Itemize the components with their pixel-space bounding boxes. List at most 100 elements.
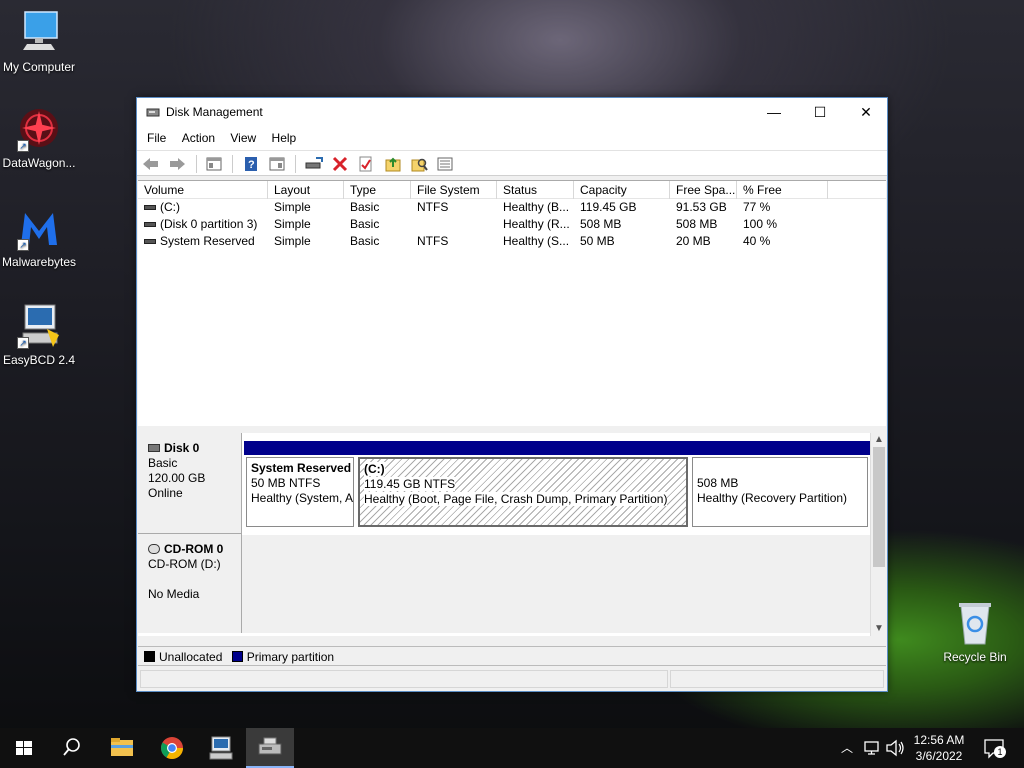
cell-capacity: 508 MB (580, 217, 622, 231)
unallocated-swatch (144, 651, 155, 662)
disk-state: Online (148, 486, 183, 500)
cdrom-0-label[interactable]: CD-ROM 0 CD-ROM (D:) No Media (138, 533, 242, 633)
menu-view[interactable]: View (224, 126, 262, 150)
menu-help[interactable]: Help (266, 126, 303, 150)
scroll-down-icon[interactable]: ▼ (871, 622, 887, 636)
desktop-icon-datawagon[interactable]: ↗ DataWagon... (0, 106, 78, 170)
graphical-view-scrollbar[interactable]: ▲ ▼ (870, 433, 886, 636)
volume-list[interactable]: Volume Layout Type File System Status Capacit… (138, 180, 886, 426)
partition-box: System Reserved 50 MB NTFS Healthy (Syst… (246, 457, 354, 527)
list-view-icon[interactable] (435, 155, 455, 173)
disk-management-window[interactable]: Disk Management — ☐ ✕ File Action View H… (136, 97, 888, 692)
legend-unallocated: Unallocated (159, 650, 223, 664)
cdrom-name: CD-ROM 0 (164, 542, 224, 556)
title-bar[interactable]: Disk Management — ☐ ✕ (137, 98, 887, 126)
cell-status: Healthy (B... (503, 200, 570, 214)
status-bar-pane (670, 670, 884, 688)
disk-management-icon (146, 106, 160, 118)
partition-system-reserved[interactable]: System Reserved 50 MB NTFS Healthy (Syst… (244, 441, 356, 529)
file-explorer-icon[interactable] (98, 728, 146, 768)
column-header-type[interactable]: Type (344, 181, 411, 199)
column-header-layout[interactable]: Layout (268, 181, 344, 199)
maximize-button[interactable]: ☐ (797, 98, 843, 126)
menu-action[interactable]: Action (176, 126, 221, 150)
legend: Unallocated Primary partition (138, 646, 886, 666)
disk-graphical-view[interactable]: Disk 0 Basic 120.00 GB Online System Res… (138, 433, 886, 636)
disk-management-taskbar-icon[interactable] (246, 728, 294, 768)
start-icon[interactable] (0, 728, 48, 768)
datawagon-icon: ↗ (15, 106, 63, 152)
desktop-icon-recycle-bin[interactable]: Recycle Bin (936, 600, 1014, 664)
menu-file[interactable]: File (141, 126, 172, 150)
show-hide-console-tree-icon[interactable] (204, 155, 224, 173)
monitor-icon (15, 10, 63, 56)
svg-text:?: ? (248, 159, 255, 171)
chrome-icon[interactable] (148, 728, 196, 768)
search-folder-icon[interactable] (409, 155, 429, 173)
partition-recovery[interactable]: 508 MB Healthy (Recovery Partition) (690, 441, 870, 529)
column-header-status[interactable]: Status (497, 181, 574, 199)
cell-layout: Simple (274, 200, 311, 214)
cell-volume: System Reserved (138, 233, 268, 250)
clock[interactable]: 12:56 AM 3/6/2022 (908, 728, 970, 768)
cell-type: Basic (350, 200, 380, 214)
toolbar-separator (232, 155, 234, 173)
desktop-icon-easybcd[interactable]: ↗ EasyBCD 2.4 (0, 303, 78, 367)
network-icon[interactable] (862, 728, 882, 768)
window-title: Disk Management (166, 105, 263, 119)
volume-icon (144, 222, 156, 228)
minimize-button[interactable]: — (751, 98, 797, 126)
primary-partition-bar (244, 441, 356, 455)
column-header-capacity[interactable]: Capacity (574, 181, 670, 199)
scrollbar-thumb[interactable] (873, 447, 885, 567)
cell-volume: (C:) (138, 199, 268, 216)
column-header-file-system[interactable]: File System (411, 181, 497, 199)
status-bar-pane (140, 670, 668, 688)
table-row[interactable]: (C:) Simple Basic NTFS Healthy (B... 119.45 G… (138, 199, 886, 216)
help-icon[interactable]: ? (241, 155, 261, 173)
cell-file-system (411, 216, 497, 233)
properties-pane-icon[interactable] (267, 155, 287, 173)
primary-partition-bar (356, 441, 690, 455)
table-row[interactable]: (Disk 0 partition 3) Simple Basic Healthy (… (138, 216, 886, 233)
cell-status: Healthy (S... (503, 234, 570, 248)
desktop-icon-malwarebytes[interactable]: ↗ Malwarebytes (0, 205, 78, 269)
cell-volume: (Disk 0 partition 3) (138, 216, 268, 233)
clock-time: 12:56 AM (913, 733, 965, 747)
show-hidden-icons[interactable]: ︿ (838, 728, 856, 768)
partition-c-drive[interactable]: (C:) 119.45 GB NTFS Healthy (Boot, Page … (356, 441, 690, 529)
back-arrow-icon[interactable] (141, 155, 161, 173)
search-icon[interactable] (48, 728, 96, 768)
delete-icon[interactable] (330, 155, 350, 173)
desktop-icon-label: EasyBCD 2.4 (2, 353, 76, 367)
volume-list-header: Volume Layout Type File System Status Capacit… (138, 181, 886, 199)
cell-status: Healthy (R... (503, 217, 570, 231)
primary-partition-bar (690, 441, 870, 455)
table-row[interactable]: System Reserved Simple Basic NTFS Healthy (S… (138, 233, 886, 250)
desktop-icon-my-computer[interactable]: My Computer (0, 10, 78, 74)
scroll-up-icon[interactable]: ▲ (871, 433, 887, 447)
cell-type: Basic (350, 217, 380, 231)
column-header-volume[interactable]: Volume (138, 181, 268, 199)
column-header-percent-free[interactable]: % Free (737, 181, 828, 199)
toolbar: ? (137, 150, 887, 176)
network-computer-icon[interactable] (198, 728, 246, 768)
cdrom-0-area (242, 535, 870, 633)
column-header-free-space[interactable]: Free Spa... (670, 181, 737, 199)
forward-arrow-icon[interactable] (167, 155, 187, 173)
folder-up-icon[interactable] (383, 155, 403, 173)
check-properties-icon[interactable] (356, 155, 376, 173)
disk-0-partitions: System Reserved 50 MB NTFS Healthy (Syst… (242, 433, 870, 533)
close-button[interactable]: ✕ (843, 98, 889, 126)
connect-drive-icon[interactable] (304, 155, 324, 173)
menu-bar: File Action View Help (137, 126, 887, 150)
primary-partition-swatch (231, 651, 243, 662)
partition-title: System Reserved (251, 461, 352, 475)
disk-0-label[interactable]: Disk 0 Basic 120.00 GB Online (138, 433, 242, 533)
volume-icon[interactable] (884, 728, 906, 768)
clock-date: 3/6/2022 (915, 749, 963, 763)
cdrom-drive: CD-ROM (D:) (148, 557, 221, 571)
malwarebytes-icon: ↗ (15, 205, 63, 251)
partition-status: Healthy (Recovery Partition) (697, 491, 848, 505)
action-center-icon[interactable]: 1 (980, 728, 1010, 768)
